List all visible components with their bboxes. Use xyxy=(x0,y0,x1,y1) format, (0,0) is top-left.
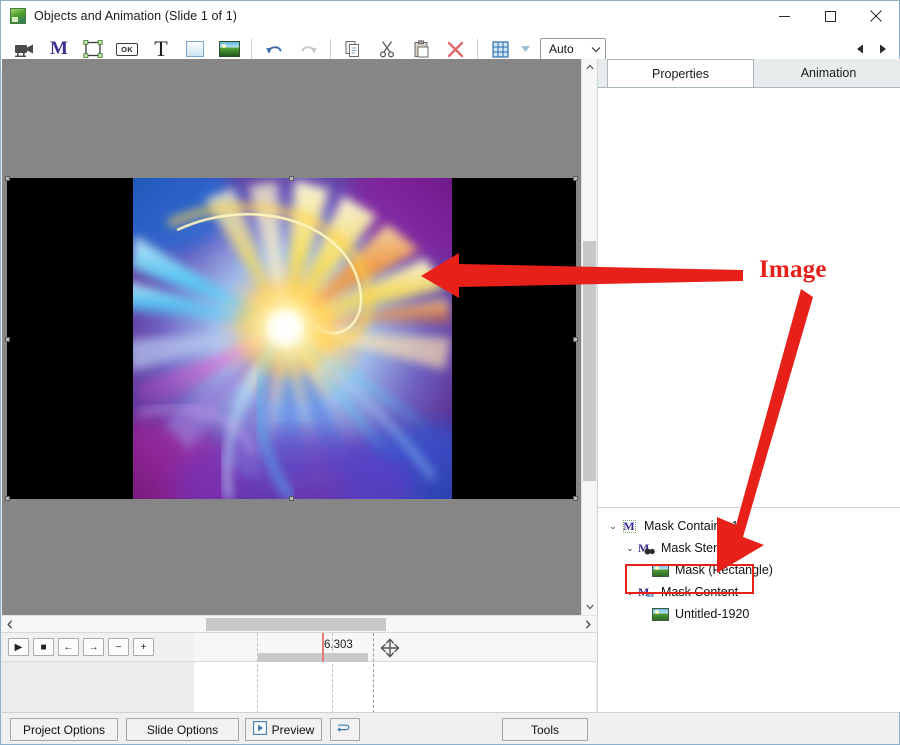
zoom-in-glyph: + xyxy=(140,641,147,653)
ok-label: OK xyxy=(121,44,133,54)
prev-frame-button[interactable]: ← xyxy=(58,638,79,656)
timeline-track-labels xyxy=(2,662,194,713)
scroll-up-button[interactable] xyxy=(582,59,597,75)
app-image-icon xyxy=(10,8,26,24)
project-options-label: Project Options xyxy=(22,722,106,737)
tab-animation[interactable]: Animation xyxy=(756,59,900,87)
zoom-level-value: Auto xyxy=(549,42,574,56)
timeline-time-label: 6.303 xyxy=(324,639,353,651)
slide-options-label: Slide Options xyxy=(146,722,219,737)
objects-tree[interactable]: ⌄ M Mask Container1 ⌄ M Mask Stencil Mas… xyxy=(598,508,900,712)
timeline-tick xyxy=(257,633,258,713)
move-pan-icon[interactable] xyxy=(378,636,402,660)
zoom-out-glyph: − xyxy=(115,641,122,653)
slide-area[interactable] xyxy=(5,176,578,501)
image-thumb-icon xyxy=(651,607,669,622)
properties-content-area xyxy=(598,87,900,507)
toolbar-separator xyxy=(330,39,331,59)
tools-button[interactable]: Tools xyxy=(502,718,588,741)
vertical-scroll-thumb[interactable] xyxy=(583,241,596,481)
preview-play-icon xyxy=(252,721,267,738)
tree-item-mask-stencil[interactable]: ⌄ M Mask Stencil xyxy=(598,537,900,559)
mask-container-icon: M xyxy=(622,518,636,533)
zoom-level-combo[interactable]: Auto xyxy=(540,38,606,60)
project-options-button[interactable]: Project Options xyxy=(10,718,118,741)
nav-prev-button[interactable] xyxy=(849,37,871,61)
fractal-artwork xyxy=(133,178,452,499)
objects-and-animation-window: Objects and Animation (Slide 1 of 1) M O… xyxy=(0,0,900,745)
right-panel: Properties Animation ⌄ M Mask Container1… xyxy=(597,59,900,712)
prev-glyph: ← xyxy=(63,641,74,653)
scroll-down-button[interactable] xyxy=(582,599,597,615)
slide-options-button[interactable]: Slide Options xyxy=(126,718,239,741)
scroll-right-button[interactable] xyxy=(580,616,596,632)
timeline-tracks[interactable] xyxy=(2,662,596,713)
zoom-in-button[interactable]: + xyxy=(133,638,154,656)
annotation-highlight-box xyxy=(625,564,754,594)
play-button[interactable]: ▶ xyxy=(8,638,29,656)
scroll-left-button[interactable] xyxy=(2,616,18,632)
title-bar: Objects and Animation (Slide 1 of 1) xyxy=(1,1,899,31)
maximize-button[interactable] xyxy=(807,1,853,31)
chevron-down-icon[interactable]: ⌄ xyxy=(606,521,620,532)
timeline-playhead-dash xyxy=(373,633,374,713)
timeline-panel[interactable]: ▶ ■ ← → − + 6.303 xyxy=(2,632,596,713)
panel-tabs: Properties Animation xyxy=(598,59,900,87)
next-glyph: → xyxy=(88,641,99,653)
tree-item-label: Mask Stencil xyxy=(661,541,732,555)
chevron-down-icon[interactable]: ⌄ xyxy=(623,543,637,554)
stop-button[interactable]: ■ xyxy=(33,638,54,656)
loop-button[interactable] xyxy=(330,718,360,741)
toolbar-separator xyxy=(477,39,478,59)
timeline-controls: ▶ ■ ← → − + xyxy=(2,633,194,662)
toolbar-separator xyxy=(251,39,252,59)
annotation-label-image: Image xyxy=(759,256,827,283)
chevron-down-icon xyxy=(591,46,601,52)
slide-canvas-pane[interactable] xyxy=(2,59,584,615)
mask-stencil-icon: M xyxy=(637,541,655,556)
timeline-object-bar[interactable] xyxy=(258,653,368,662)
zoom-out-button[interactable]: − xyxy=(108,638,129,656)
preview-label: Preview xyxy=(271,722,315,737)
loop-icon xyxy=(335,722,351,738)
horizontal-scroll-thumb[interactable] xyxy=(206,618,386,631)
nav-next-button[interactable] xyxy=(871,37,893,61)
grid-dropdown-arrow[interactable] xyxy=(517,46,533,52)
bottom-button-bar: Project Options Slide Options Preview To… xyxy=(2,712,899,744)
tree-item-mask-container1[interactable]: ⌄ M Mask Container1 xyxy=(598,515,900,537)
window-title: Objects and Animation (Slide 1 of 1) xyxy=(34,9,238,23)
preview-button[interactable]: Preview xyxy=(245,718,322,741)
close-button[interactable] xyxy=(853,1,899,31)
play-glyph: ▶ xyxy=(14,641,23,653)
toolbar-nav-buttons xyxy=(849,37,893,61)
canvas-horizontal-scrollbar[interactable] xyxy=(2,615,596,632)
stop-glyph: ■ xyxy=(40,641,47,653)
slide-image-object[interactable] xyxy=(133,178,452,499)
tab-animation-label: Animation xyxy=(800,66,857,80)
canvas-vertical-scrollbar[interactable] xyxy=(581,59,597,615)
tab-properties-label: Properties xyxy=(652,66,709,81)
tree-item-untitled-1920[interactable]: Untitled-1920 xyxy=(598,603,900,625)
tree-item-label: Mask Container1 xyxy=(644,519,739,533)
tree-item-label: Untitled-1920 xyxy=(675,607,750,621)
mask-m-label: M xyxy=(50,38,68,59)
minimize-button[interactable] xyxy=(761,1,807,31)
tools-label: Tools xyxy=(530,722,559,737)
tab-properties[interactable]: Properties xyxy=(607,59,754,87)
next-frame-button[interactable]: → xyxy=(83,638,104,656)
window-controls xyxy=(761,1,899,31)
